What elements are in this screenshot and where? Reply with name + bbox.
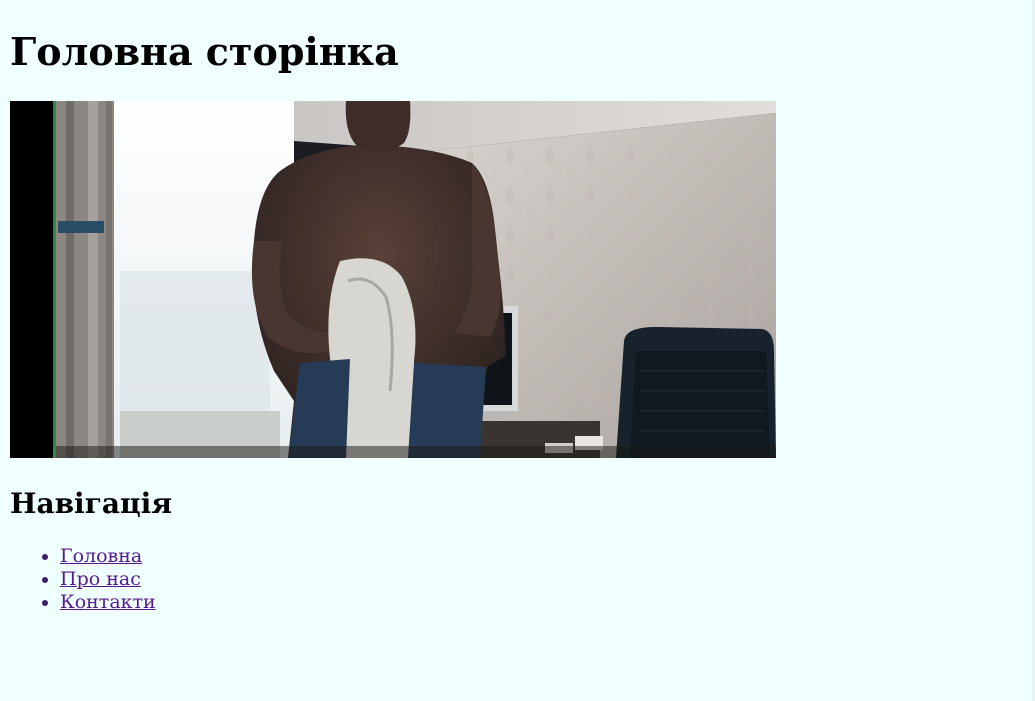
list-item: Головна xyxy=(60,545,156,568)
webcam-photo-image xyxy=(10,101,776,458)
nav-link-contacts[interactable]: Контакти xyxy=(60,591,156,613)
navigation-list: Головна Про нас Контакти xyxy=(10,545,156,614)
list-item: Про нас xyxy=(60,568,156,591)
nav-link-about[interactable]: Про нас xyxy=(60,568,141,590)
page-content: Головна сторінка Навігація • Головна • П… xyxy=(10,0,1025,613)
nav-link-home[interactable]: Головна xyxy=(60,545,142,567)
page-title: Головна сторінка xyxy=(10,29,399,74)
webcam-photo xyxy=(10,101,776,458)
navigation-heading: Навігація xyxy=(10,487,172,520)
list-item: Контакти xyxy=(60,591,156,614)
